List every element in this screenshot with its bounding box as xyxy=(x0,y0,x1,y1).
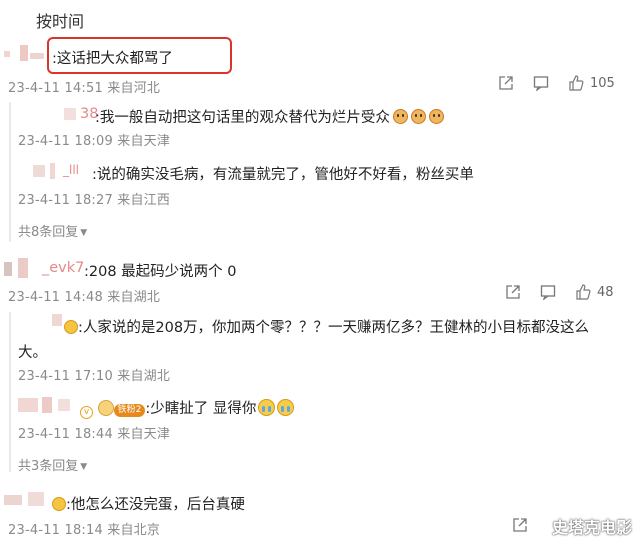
sort-by-time-tab[interactable]: 按时间 xyxy=(36,8,84,32)
comment-meta: 23-4-11 14:48 来自湖北 xyxy=(8,290,161,305)
crown-avatar-icon xyxy=(52,497,66,511)
crying-emoji-icon xyxy=(258,399,276,416)
comment-meta: 23-4-11 18:14 来自北京 xyxy=(8,523,161,538)
fan-avatar-icon xyxy=(97,400,114,416)
comment-text: :他怎么还没完蛋，后台真硬 xyxy=(52,493,245,514)
thumbs-up-icon[interactable] xyxy=(568,75,584,91)
reply-thread-line xyxy=(9,312,11,472)
caret-down-icon: ▼ xyxy=(80,228,88,238)
fans-badge: 铁粉2 xyxy=(113,404,146,417)
reply-text: :人家说的是208万，你加两个零？？？一天赚两亿多？王健林的小目标都没这么 xyxy=(64,316,589,337)
comment-icon[interactable] xyxy=(540,284,556,300)
comment-icon[interactable] xyxy=(533,75,549,91)
share-icon[interactable] xyxy=(505,284,521,300)
reply-text-continued: 大。 xyxy=(18,345,47,361)
reply-text: v 铁粉2:少瞎扯了 显得你 xyxy=(80,397,295,419)
reply-meta: 23-4-11 18:09 来自天津 xyxy=(18,134,171,149)
expand-replies-link[interactable]: 共3条回复 ▼ xyxy=(18,455,87,474)
watermark: 史塔克电影 xyxy=(551,518,632,537)
avatar[interactable] xyxy=(4,258,40,278)
reply-thread-line xyxy=(9,102,11,242)
reply-meta: 23-4-11 17:10 来自湖北 xyxy=(18,369,171,384)
reply-text: :我一般自动把这句话里的观众替代为烂片受众 xyxy=(95,106,444,127)
reply-meta: 23-4-11 18:27 来自江西 xyxy=(18,193,171,208)
share-icon[interactable] xyxy=(512,517,528,533)
comment-text: :这话把大众都骂了 xyxy=(52,51,173,67)
like-count: 105 xyxy=(590,76,615,91)
comment-username[interactable]: _evk7 xyxy=(42,260,84,276)
expand-replies-link[interactable]: 共8条回复 ▼ xyxy=(18,221,87,240)
avatar[interactable] xyxy=(30,314,64,332)
verified-icon: v xyxy=(80,406,93,419)
avatar[interactable] xyxy=(18,397,76,415)
like-count: 48 xyxy=(597,285,614,300)
reply-username[interactable]: _lll xyxy=(63,163,79,177)
avatar[interactable] xyxy=(4,492,48,508)
avatar[interactable] xyxy=(4,45,44,63)
share-icon[interactable] xyxy=(498,75,514,91)
reply-meta: 23-4-11 18:44 来自天津 xyxy=(18,427,171,442)
comment-meta: 23-4-11 14:51 来自河北 xyxy=(8,81,161,96)
cat-emoji-icon xyxy=(428,109,444,124)
cat-emoji-icon xyxy=(410,109,426,124)
comment-text: :208 最起码少说两个 0 xyxy=(84,264,237,280)
thumbs-up-icon[interactable] xyxy=(575,284,591,300)
reply-text: :说的确实没毛病，有流量就完了，管他好不好看，粉丝买单 xyxy=(92,167,474,183)
avatar[interactable] xyxy=(33,163,63,179)
caret-down-icon: ▼ xyxy=(80,462,88,472)
crying-emoji-icon xyxy=(277,399,295,416)
cat-emoji-icon xyxy=(392,109,408,124)
crown-avatar-icon xyxy=(64,320,78,334)
